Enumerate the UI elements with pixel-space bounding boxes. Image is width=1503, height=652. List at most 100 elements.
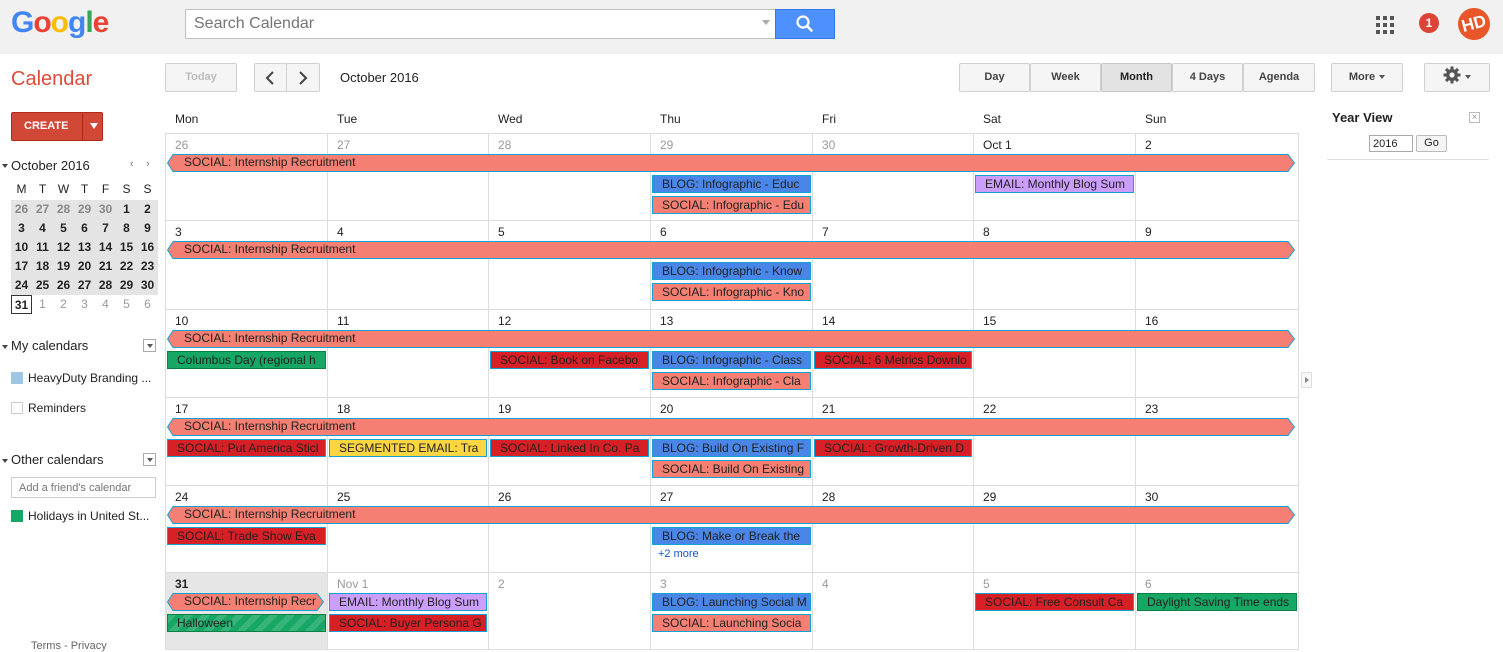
mini-day[interactable]: 1 (116, 200, 137, 219)
calendar-event[interactable]: SOCIAL: Linked In Co. Pa (490, 439, 649, 457)
day-number[interactable]: Nov 1 (337, 577, 368, 591)
calendar-event[interactable]: SEGMENTED EMAIL: Tra (329, 439, 487, 457)
mini-calendar-title[interactable]: October 2016 (11, 158, 90, 173)
calendar-event[interactable]: Columbus Day (regional h (167, 351, 326, 369)
event-internship-recruitment[interactable]: SOCIAL: Internship Recruitment (167, 241, 1295, 259)
mini-day[interactable]: 26 (53, 276, 74, 295)
mini-day[interactable]: 3 (11, 219, 32, 238)
calendar-event[interactable]: BLOG: Build On Existing F (652, 439, 811, 457)
calendar-color-swatch[interactable] (11, 372, 23, 384)
mini-day[interactable]: 4 (32, 219, 53, 238)
day-number[interactable]: 28 (822, 490, 835, 504)
day-number[interactable]: 30 (822, 138, 835, 152)
search-input[interactable] (185, 9, 777, 39)
calendar-event[interactable]: SOCIAL: Infographic - Edu (652, 196, 811, 214)
footer-links[interactable]: Terms - Privacy (31, 640, 107, 652)
calendar-event[interactable]: SOCIAL: Put America Sticl (167, 439, 326, 457)
mini-day[interactable]: 10 (11, 238, 32, 257)
calendar-event[interactable]: SOCIAL: Build On Existing (652, 460, 811, 478)
my-calendars-title[interactable]: My calendars (11, 338, 88, 353)
view-day-button[interactable]: Day (959, 63, 1030, 92)
day-number[interactable]: 26 (498, 490, 511, 504)
mini-day[interactable]: 28 (95, 276, 116, 295)
day-number[interactable]: 12 (498, 314, 511, 328)
day-number[interactable]: 3 (660, 577, 667, 591)
day-number[interactable]: 8 (983, 225, 990, 239)
calendar-event[interactable]: SOCIAL: Infographic - Cla (652, 372, 811, 390)
mini-day[interactable]: 23 (137, 257, 158, 276)
mini-day[interactable]: 29 (74, 200, 95, 219)
calendar-event[interactable]: BLOG: Infographic - Educ (652, 175, 811, 193)
mini-day[interactable]: 22 (116, 257, 137, 276)
mini-day[interactable]: 2 (53, 295, 74, 314)
mini-day[interactable]: 27 (74, 276, 95, 295)
day-number[interactable]: 6 (1145, 577, 1152, 591)
day-number[interactable]: 21 (822, 402, 835, 416)
apps-grid-icon[interactable] (1376, 16, 1394, 34)
google-logo[interactable]: Google (11, 6, 109, 40)
more-events-link[interactable]: +2 more (658, 548, 699, 560)
day-number[interactable]: 26 (175, 138, 188, 152)
day-number[interactable]: 27 (337, 138, 350, 152)
mini-day[interactable]: 29 (116, 276, 137, 295)
event-internship-recruitment[interactable]: SOCIAL: Internship Recr (167, 593, 324, 611)
day-number[interactable]: 9 (1145, 225, 1152, 239)
search-button[interactable] (775, 9, 835, 39)
calendar-event[interactable]: EMAIL: Monthly Blog Sum (975, 175, 1134, 193)
mini-day[interactable]: 30 (137, 276, 158, 295)
day-number[interactable]: 16 (1145, 314, 1158, 328)
view-agenda-button[interactable]: Agenda (1243, 63, 1315, 92)
collapse-arrow-icon[interactable] (2, 345, 8, 349)
mini-prev-month-icon[interactable]: ‹ (130, 158, 134, 170)
mini-day[interactable]: 21 (95, 257, 116, 276)
mini-day[interactable]: 30 (95, 200, 116, 219)
day-number[interactable]: 24 (175, 490, 188, 504)
other-calendars-title[interactable]: Other calendars (11, 452, 104, 467)
calendar-item-reminders[interactable]: Reminders (11, 401, 86, 415)
mini-day[interactable]: 16 (137, 238, 158, 257)
view-4days-button[interactable]: 4 Days (1172, 63, 1243, 92)
mini-day[interactable]: 4 (95, 295, 116, 314)
mini-day[interactable]: 20 (74, 257, 95, 276)
mini-day[interactable]: 1 (32, 295, 53, 314)
mini-day[interactable]: 13 (74, 238, 95, 257)
day-number[interactable]: 27 (660, 490, 673, 504)
day-number[interactable]: 20 (660, 402, 673, 416)
event-internship-recruitment[interactable]: SOCIAL: Internship Recruitment (167, 154, 1295, 172)
mini-day[interactable]: 5 (116, 295, 137, 314)
year-input[interactable] (1369, 135, 1413, 152)
calendar-event[interactable]: SOCIAL: Infographic - Kno (652, 283, 811, 301)
calendar-event[interactable]: SOCIAL: Buyer Persona G (329, 614, 487, 632)
day-number[interactable]: 29 (660, 138, 673, 152)
day-number[interactable]: 6 (660, 225, 667, 239)
view-month-button[interactable]: Month (1101, 63, 1172, 92)
mini-day[interactable]: 7 (95, 219, 116, 238)
mini-day[interactable]: 6 (137, 295, 158, 314)
day-number[interactable]: 4 (822, 577, 829, 591)
day-number[interactable]: 2 (498, 577, 505, 591)
mini-day[interactable]: 18 (32, 257, 53, 276)
mini-day[interactable]: 15 (116, 238, 137, 257)
collapse-arrow-icon[interactable] (2, 459, 8, 463)
day-number[interactable]: 4 (337, 225, 344, 239)
day-number[interactable]: 3 (175, 225, 182, 239)
day-number[interactable]: 23 (1145, 402, 1158, 416)
mini-day[interactable]: 24 (11, 276, 32, 295)
calendar-event[interactable]: SOCIAL: Launching Socia (652, 614, 811, 632)
notification-badge[interactable]: 1 (1419, 13, 1439, 33)
day-number[interactable]: 11 (337, 314, 349, 328)
calendar-event[interactable]: Halloween (167, 614, 326, 632)
view-week-button[interactable]: Week (1030, 63, 1101, 92)
close-icon[interactable]: × (1469, 112, 1480, 123)
day-number[interactable]: 30 (1145, 490, 1158, 504)
mini-day[interactable]: 19 (53, 257, 74, 276)
calendar-item-heavyduty[interactable]: HeavyDuty Branding ... (11, 371, 151, 385)
mini-day[interactable]: 11 (32, 238, 53, 257)
other-calendars-menu-icon[interactable] (143, 453, 156, 466)
calendar-event[interactable]: SOCIAL: Free Consult Ca (975, 593, 1134, 611)
mini-day[interactable]: 27 (32, 200, 53, 219)
collapse-arrow-icon[interactable] (2, 164, 8, 168)
day-number[interactable]: 5 (498, 225, 505, 239)
calendar-event[interactable]: BLOG: Infographic - Class (652, 351, 811, 369)
mini-day[interactable]: 8 (116, 219, 137, 238)
